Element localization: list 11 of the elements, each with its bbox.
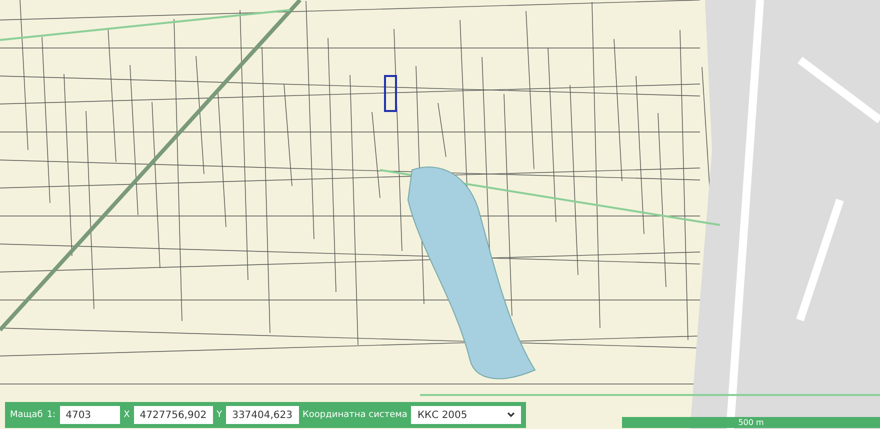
y-coordinate-field[interactable]: 337404,623 [226, 406, 299, 424]
x-coordinate-label: X [124, 410, 130, 420]
scale-field[interactable]: 4703 [60, 406, 120, 424]
y-coordinate-label: Y [216, 410, 222, 420]
scale-prefix: 1: [46, 410, 56, 420]
scale-bar: 500 m [622, 417, 880, 428]
scale-label: Мащаб [10, 410, 43, 420]
coordinate-system-dropdown[interactable]: ККС 2005 [411, 406, 522, 424]
coordinate-system-label: Координатна система [302, 410, 408, 420]
x-coordinate-field[interactable]: 4727756,902 [134, 406, 213, 424]
chevron-down-icon [507, 412, 516, 418]
